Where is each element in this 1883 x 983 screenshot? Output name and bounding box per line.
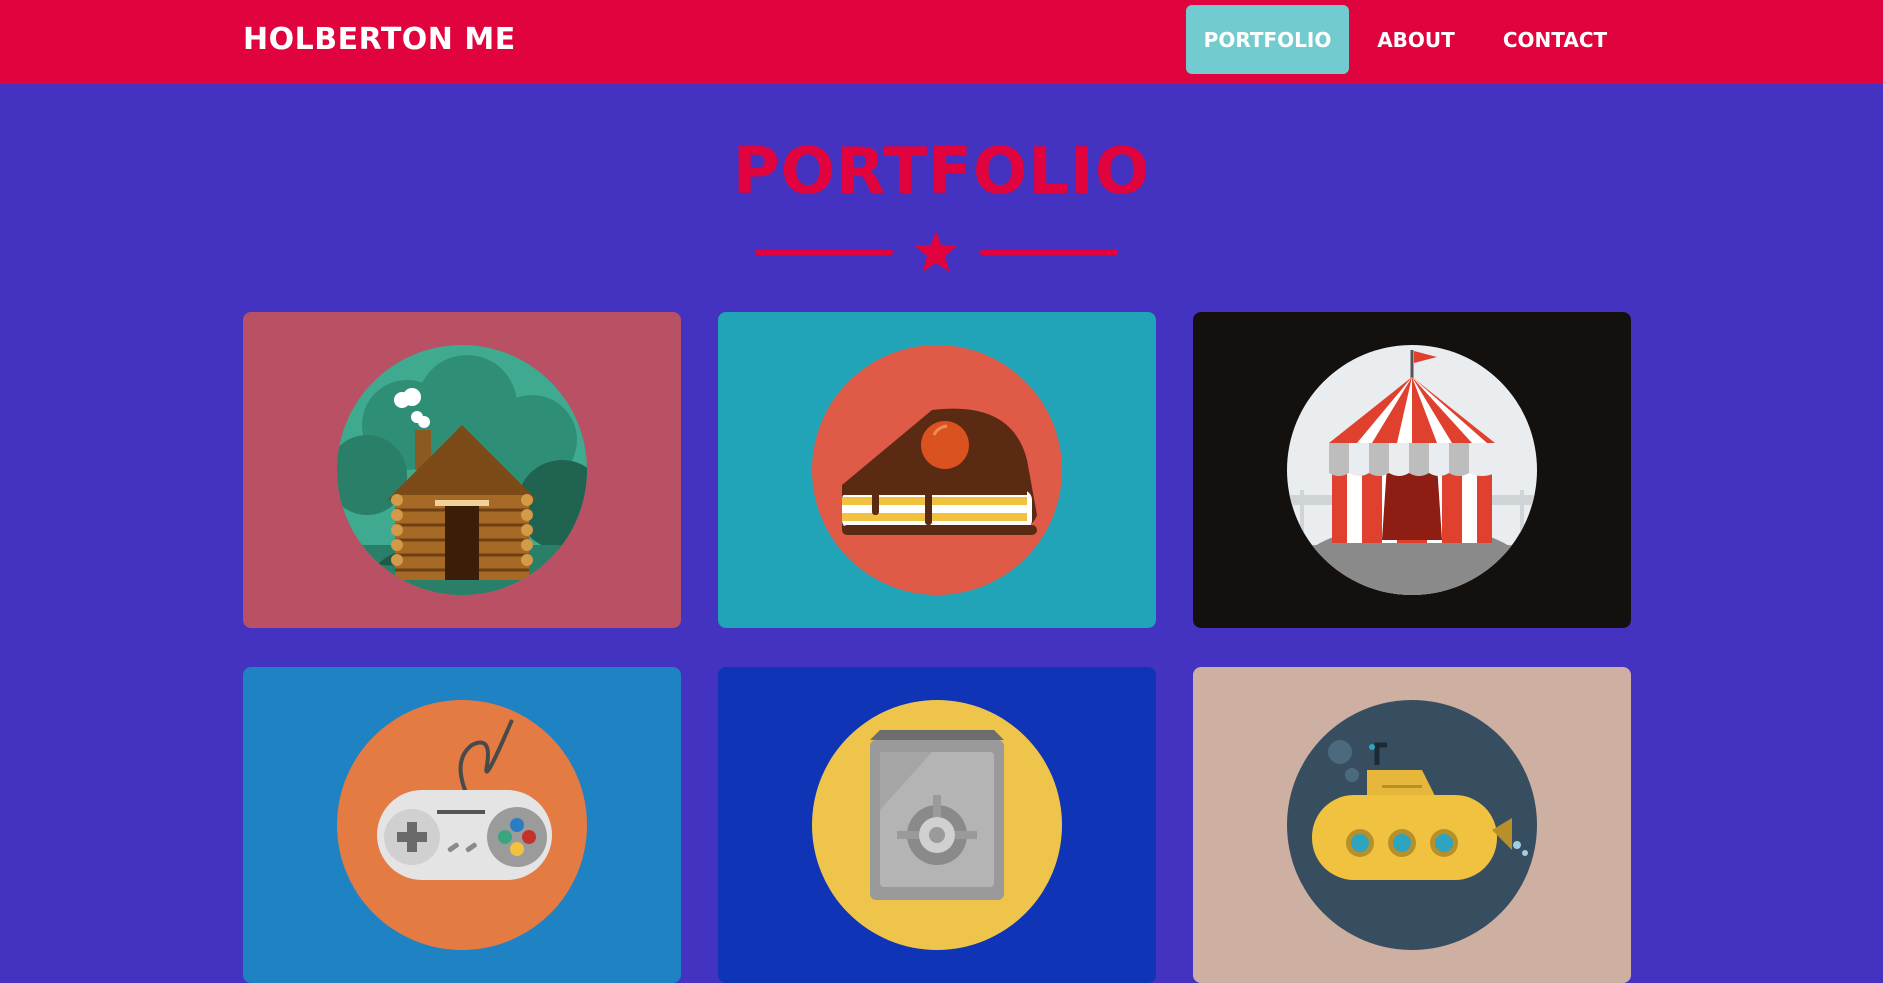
nav-about[interactable]: ABOUT (1364, 5, 1468, 74)
divider-line-left (755, 250, 893, 255)
nav-portfolio[interactable]: PORTFOLIO (1186, 5, 1349, 74)
log-cabin-icon (337, 345, 587, 595)
cake-slice-icon (812, 345, 1062, 595)
star-icon (915, 231, 957, 272)
portfolio-card-controller[interactable] (243, 667, 681, 983)
circus-tent-icon (1287, 345, 1537, 595)
navbar: HOLBERTON ME PORTFOLIO ABOUT CONTACT (0, 0, 1883, 84)
nav-contact[interactable]: CONTACT (1488, 5, 1622, 74)
safe-icon (812, 700, 1062, 950)
submarine-icon (1287, 700, 1537, 950)
divider-line-right (980, 250, 1118, 255)
portfolio-card-submarine[interactable] (1193, 667, 1631, 983)
brand-title[interactable]: HOLBERTON ME (243, 20, 516, 60)
portfolio-card-safe[interactable] (718, 667, 1156, 983)
portfolio-card-cake[interactable] (718, 312, 1156, 628)
game-controller-icon (337, 700, 587, 950)
portfolio-card-circus[interactable] (1193, 312, 1631, 628)
section-title: PORTFOLIO (732, 135, 1151, 209)
portfolio-card-cabin[interactable] (243, 312, 681, 628)
